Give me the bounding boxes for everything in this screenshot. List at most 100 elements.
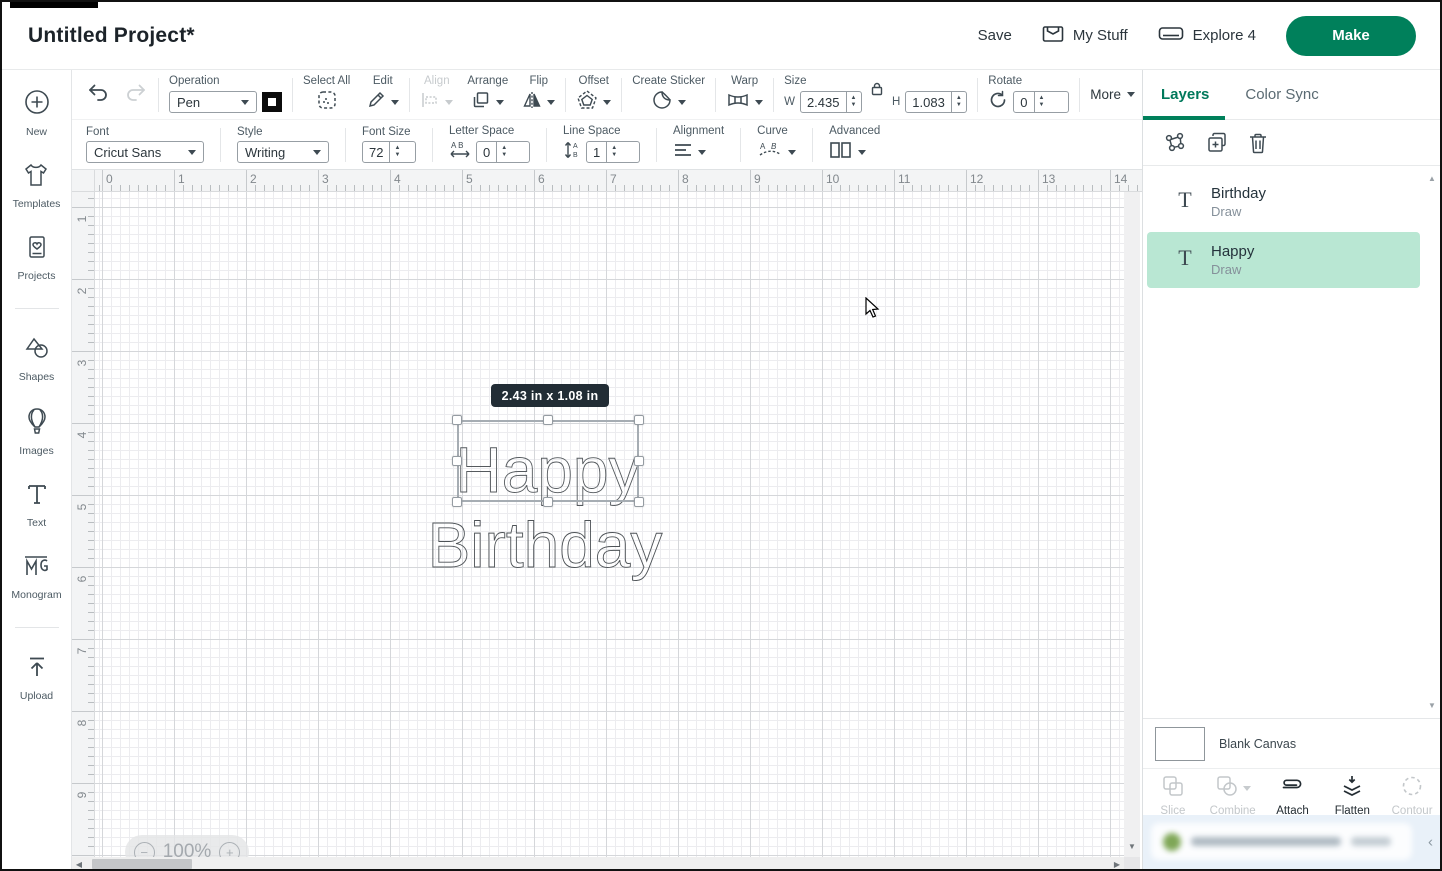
ruler-number: 9 [754, 172, 761, 186]
horizontal-scroll-thumb[interactable] [92, 859, 192, 869]
selection-handle-w[interactable] [452, 456, 462, 466]
sidebar-item-projects[interactable]: Projects [18, 234, 56, 282]
toolbar-divider [715, 78, 716, 112]
flip-icon [522, 90, 542, 115]
my-stuff-button[interactable]: My Stuff [1042, 25, 1128, 47]
height-stepper[interactable]: ▲▼ [951, 92, 966, 112]
sidebar-item-monogram[interactable]: Monogram [11, 553, 61, 601]
canvas-grid[interactable]: Happy Birthday 2.43 in x 1.08 in − 100% … [95, 192, 1124, 857]
horizontal-scrollbar[interactable]: ◀ ▶ [72, 857, 1124, 871]
rotate-input[interactable]: 0 ▲▼ [1013, 91, 1069, 113]
edit-label: Edit [373, 75, 393, 87]
size-group: Size W 2.435 ▲▼ H 1.083 ▲▼ [784, 75, 967, 114]
layers-scroll-down-arrow[interactable]: ▼ [1427, 701, 1437, 710]
letter-space-input[interactable]: 0 ▲▼ [476, 141, 530, 163]
delete-button[interactable] [1247, 131, 1269, 155]
sidebar-item-templates[interactable]: Templates [13, 162, 61, 210]
rotate-stepper[interactable]: ▲▼ [1034, 92, 1049, 112]
flip-group[interactable]: Flip [522, 75, 555, 114]
font-select[interactable]: Cricut Sans [86, 141, 204, 163]
edit-group[interactable]: Edit [366, 75, 399, 114]
chevron-down-icon [1127, 92, 1135, 97]
chevron-left-icon[interactable]: ‹ [1428, 834, 1433, 851]
operation-select[interactable]: Pen [169, 91, 257, 113]
ruler-number: 1 [178, 172, 185, 186]
make-button[interactable]: Make [1286, 16, 1416, 56]
more-button[interactable]: More [1090, 87, 1135, 102]
offset-group[interactable]: Offset [576, 75, 611, 114]
rotate-icon[interactable] [988, 90, 1008, 115]
sidebar-item-images[interactable]: Images [19, 407, 53, 457]
line-space-stepper[interactable]: ▲▼ [606, 142, 621, 162]
select-all-group[interactable]: Select All [303, 75, 350, 114]
blank-canvas-row[interactable]: Blank Canvas [1143, 718, 1442, 768]
svg-text:A: A [760, 142, 766, 151]
ruler-corner [72, 170, 95, 192]
vertical-ruler: 123456789 [72, 192, 95, 857]
curve-group[interactable]: Curve AB [757, 125, 796, 164]
style-select[interactable]: Writing [237, 141, 329, 163]
alignment-group[interactable]: Alignment [673, 125, 724, 164]
size-lock-icon[interactable] [869, 81, 885, 101]
arrange-group[interactable]: Arrange [467, 75, 508, 114]
height-input[interactable]: 1.083 ▲▼ [905, 91, 967, 113]
selection-handle-ne[interactable] [634, 415, 644, 425]
left-sidebar: New Templates Projects Shapes Images Tex… [2, 70, 72, 871]
sidebar-item-new[interactable]: New [23, 88, 51, 138]
letter-space-stepper[interactable]: ▲▼ [496, 142, 511, 162]
scrollbar-corner [1124, 857, 1140, 871]
scroll-down-arrow[interactable]: ▼ [1124, 842, 1140, 851]
ruler-number: 9 [74, 787, 90, 803]
flatten-button[interactable]: Flatten [1322, 774, 1382, 817]
ruler-number: 11 [898, 172, 910, 186]
group-weld-button[interactable] [1163, 131, 1187, 155]
pen-color-swatch[interactable] [262, 92, 282, 112]
selection-handle-nw[interactable] [452, 415, 462, 425]
layer-row-birthday[interactable]: T Birthday Draw [1143, 174, 1420, 230]
sidebar-item-text[interactable]: Text [24, 481, 50, 529]
selection-handle-s[interactable] [543, 497, 553, 507]
attach-button[interactable]: Attach [1263, 774, 1323, 817]
flip-label: Flip [529, 75, 548, 87]
tab-color-sync[interactable]: Color Sync [1245, 86, 1318, 103]
sidebar-item-upload[interactable]: Upload [20, 654, 53, 702]
create-sticker-group[interactable]: Create Sticker [632, 75, 705, 114]
selection-handle-sw[interactable] [452, 497, 462, 507]
toolbar-divider [345, 128, 346, 162]
arrange-icon [471, 90, 491, 115]
undo-button[interactable] [86, 82, 110, 107]
line-space-input[interactable]: 1 ▲▼ [586, 141, 640, 163]
sidebar-item-shapes[interactable]: Shapes [19, 335, 55, 383]
tab-layers[interactable]: Layers [1161, 86, 1209, 103]
tshirt-icon [22, 162, 50, 193]
font-size-input[interactable]: 72 ▲▼ [362, 141, 416, 163]
scroll-right-arrow[interactable]: ▶ [1110, 860, 1124, 869]
slice-icon [1160, 774, 1186, 803]
font-size-stepper[interactable]: ▲▼ [389, 142, 404, 162]
selection-box[interactable] [457, 420, 639, 502]
width-input[interactable]: 2.435 ▲▼ [800, 91, 862, 113]
selection-handle-se[interactable] [634, 497, 644, 507]
selection-handle-e[interactable] [634, 456, 644, 466]
advanced-group[interactable]: Advanced [829, 125, 880, 164]
layer-row-happy[interactable]: T Happy Draw [1147, 232, 1420, 288]
explore-machine-button[interactable]: Explore 4 [1158, 25, 1256, 47]
ruler-number: 13 [1042, 172, 1055, 186]
text-toolbar: Font Cricut Sans Style Writing Font Size… [72, 120, 1142, 170]
save-button[interactable]: Save [978, 27, 1012, 44]
layers-panel: Layers Color Sync T Birthday Draw T [1142, 70, 1442, 871]
scroll-left-arrow[interactable]: ◀ [72, 860, 86, 869]
redo-button[interactable] [124, 82, 148, 107]
selection-handle-n[interactable] [543, 415, 553, 425]
canvas-text-birthday[interactable]: Birthday [428, 509, 663, 581]
project-title[interactable]: Untitled Project* [28, 24, 195, 48]
width-stepper[interactable]: ▲▼ [846, 92, 861, 112]
canvas-area: 01234567891011121314 123456789 Happy Bir… [72, 170, 1142, 871]
sidebar-label: Text [27, 517, 46, 529]
ruler-number: 5 [74, 499, 90, 515]
duplicate-button[interactable] [1205, 131, 1229, 155]
layers-scroll-up-arrow[interactable]: ▲ [1427, 174, 1437, 183]
vertical-scrollbar[interactable]: ▼ [1124, 192, 1140, 857]
ruler-number: 5 [466, 172, 473, 186]
warp-group[interactable]: Warp [726, 75, 763, 114]
